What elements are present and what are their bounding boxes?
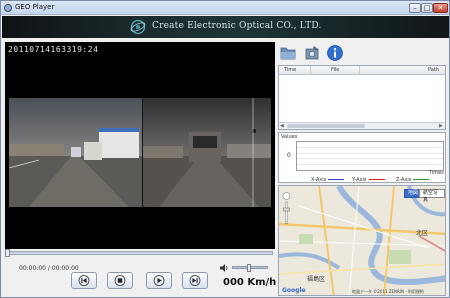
graph-values-label: Values — [281, 134, 298, 140]
seek-handle[interactable] — [5, 249, 10, 257]
play-icon — [153, 275, 165, 286]
column-divider[interactable] — [359, 66, 360, 75]
google-logo: Google — [282, 287, 306, 294]
column-header-file[interactable]: File — [331, 67, 339, 73]
legend-z-axis: Z-Axis — [396, 177, 430, 183]
graph-time-label: Times — [429, 170, 444, 176]
graph-plot-area — [296, 141, 444, 171]
map-label-fukushima: 福島区 — [307, 276, 326, 283]
seek-bar[interactable] — [5, 249, 273, 257]
window-title: GEO Player — [15, 3, 55, 11]
settings-icon[interactable] — [303, 44, 321, 62]
volume-thumb[interactable] — [247, 264, 251, 272]
stop-button[interactable] — [107, 272, 133, 289]
company-logo-icon — [130, 19, 146, 35]
company-banner: Create Electronic Optical CO., LTD. — [2, 16, 449, 38]
right-toolbar — [277, 42, 449, 64]
file-list-header: Time File Path — [279, 66, 445, 75]
title-bar: GEO Player – □ ✕ — [1, 1, 449, 15]
map-tiles — [279, 186, 445, 295]
app-icon — [4, 4, 12, 12]
video-timestamp: 20110714163319:24 — [8, 45, 99, 54]
skip-back-icon — [78, 275, 90, 286]
graph-zero-label: 0 — [287, 152, 291, 159]
horizontal-scrollbar[interactable]: ◀ ▶ — [279, 122, 445, 129]
minimize-button[interactable]: – — [409, 3, 421, 13]
skip-forward-icon — [189, 275, 201, 286]
map-credit: 地図データ ©2011 ZENRIN - 利用規約 — [352, 289, 424, 294]
company-name: Create Electronic Optical CO., LTD. — [152, 21, 322, 31]
dashcam-frame — [9, 98, 271, 207]
map-zoom-control[interactable]: − — [282, 192, 291, 226]
close-button[interactable]: ✕ — [433, 3, 448, 13]
video-display[interactable]: 20110714163319:24 — [5, 42, 275, 249]
file-list-table[interactable]: Time File Path ◀ ▶ — [278, 65, 446, 130]
map-label-kita: 北区 — [416, 230, 429, 237]
maximize-button[interactable]: □ — [421, 3, 433, 13]
speed-readout: 000 Km/h — [223, 277, 277, 288]
volume-slider[interactable] — [232, 264, 268, 272]
column-divider[interactable] — [310, 66, 311, 75]
folder-icon[interactable] — [279, 44, 297, 62]
skip-forward-button[interactable] — [182, 272, 208, 289]
skip-back-button[interactable] — [71, 272, 97, 289]
map-view[interactable]: 地図 航空写真 − 北区 福島区 Google 地図データ ©2011 ZENR… — [278, 185, 446, 296]
play-button[interactable] — [146, 272, 172, 289]
scroll-left-icon[interactable]: ◀ — [280, 123, 284, 129]
map-type-satellite-button[interactable]: 航空写真 — [419, 189, 445, 203]
speaker-icon[interactable] — [219, 263, 229, 273]
stop-icon — [114, 275, 126, 286]
time-readout: 00:00:00 / 00:00:00 — [19, 265, 79, 272]
legend-x-axis: X-Axis — [311, 177, 345, 183]
scroll-right-icon[interactable]: ▶ — [439, 123, 443, 129]
gsensor-graph: Values 0 Times X-Axis Y-Axis Z-Axis — [278, 132, 446, 183]
scrollbar-thumb[interactable] — [287, 124, 365, 128]
column-header-path[interactable]: Path — [428, 67, 439, 73]
legend-y-axis: Y-Axis — [352, 177, 385, 183]
svg-text:−: − — [284, 222, 288, 227]
app-window: GEO Player – □ ✕ Create Electronic Optic… — [0, 0, 450, 298]
info-icon[interactable] — [326, 44, 344, 62]
column-header-time[interactable]: Time — [284, 67, 296, 73]
